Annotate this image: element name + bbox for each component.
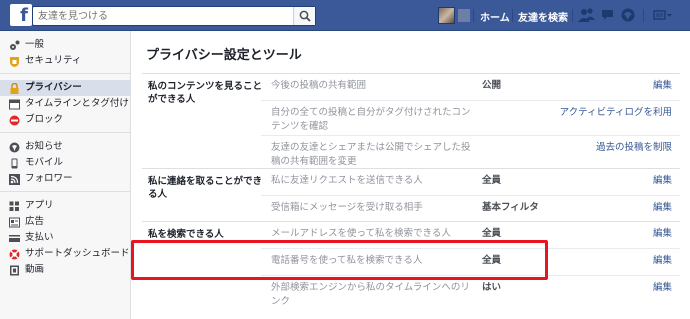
section-label: 私のコンテンツを見ることができる人 <box>148 81 263 105</box>
setting-description: 自分の全ての投稿と自分がタグ付けされたコンテンツを確認 <box>271 107 471 132</box>
sidebar-item-label: プライバシー <box>25 82 82 93</box>
sidebar-item-label: 動画 <box>25 264 45 275</box>
setting-description: 今後の投稿の共有範囲 <box>271 80 367 91</box>
profile-name-redacted[interactable] <box>458 9 470 22</box>
sidebar-item-blocking[interactable]: ブロック <box>0 112 130 128</box>
setting-value: 全員 <box>482 175 502 186</box>
setting-description: 私に友達リクエストを送信できる人 <box>271 175 423 186</box>
sidebar-item-apps[interactable]: アプリ <box>0 198 130 214</box>
video-icon <box>10 265 19 276</box>
search-input[interactable] <box>33 7 283 25</box>
profile-avatar[interactable] <box>438 7 455 24</box>
activity-log-link[interactable]: アクティビティログを利用 <box>560 106 672 120</box>
edit-link[interactable]: 編集 <box>653 79 672 93</box>
sidebar-item-mobile[interactable]: モバイル <box>0 155 130 171</box>
privacy-settings-table: 私のコンテンツを見ることができる人 今後の投稿の共有範囲 公開 編集 自分の全て… <box>142 73 680 317</box>
globe-icon <box>9 142 20 153</box>
sidebar-item-support-dashboard[interactable]: サポートダッシュボード <box>0 246 130 262</box>
nav-divider <box>643 9 644 22</box>
setting-row-future-posts[interactable]: 今後の投稿の共有範囲 公開 編集 <box>261 74 680 100</box>
sidebar-group-account: 一般 セキュリティ <box>0 31 130 74</box>
payments-icon <box>9 235 20 242</box>
privacy-shortcuts-icon[interactable] <box>653 7 673 23</box>
search-icon <box>299 10 311 22</box>
edit-link[interactable]: 編集 <box>653 174 672 188</box>
sidebar-item-timeline-tagging[interactable]: タイムラインとタグ付け <box>0 96 130 112</box>
edit-link[interactable]: 編集 <box>653 254 672 268</box>
sidebar-item-label: セキュリティ <box>25 55 82 66</box>
highlight-annotation-box <box>131 240 548 280</box>
facebook-logo[interactable]: f <box>10 4 32 26</box>
section-who-can-see: 私のコンテンツを見ることができる人 今後の投稿の共有範囲 公開 編集 自分の全て… <box>142 74 680 169</box>
sidebar-item-label: 一般 <box>25 39 45 50</box>
page-title: プライバシー設定とツール <box>146 48 302 63</box>
setting-description: 外部検索エンジンから私のタイムラインへのリンク <box>271 282 470 307</box>
sidebar-item-security[interactable]: セキュリティ <box>0 53 130 69</box>
nav-divider <box>473 9 474 22</box>
setting-row-review-posts[interactable]: 自分の全ての投稿と自分がタグ付けされたコンテンツを確認 アクティビティログを利用 <box>261 100 680 135</box>
section-label: 私に連絡を取ることができる人 <box>148 176 263 200</box>
setting-description: 友達の友達とシェアまたは公開でシェアした投稿の共有範囲を変更 <box>271 142 471 167</box>
setting-row-limit-past-posts[interactable]: 友達の友達とシェアまたは公開でシェアした投稿の共有範囲を変更 過去の投稿を制限 <box>261 135 680 169</box>
sidebar-item-label: ブロック <box>25 114 64 125</box>
edit-link[interactable]: 編集 <box>653 281 672 295</box>
section-who-can-contact: 私に連絡を取ることができる人 私に友達リクエストを送信できる人 全員 編集 受信… <box>142 169 680 222</box>
sidebar-item-label: サポートダッシュボード <box>25 248 130 259</box>
rss-icon <box>9 174 20 185</box>
sidebar-item-notifications[interactable]: お知らせ <box>0 139 130 155</box>
search-bar[interactable] <box>32 6 316 26</box>
setting-value: 基本フィルタ <box>482 202 539 213</box>
apps-icon <box>9 201 19 211</box>
shield-icon <box>10 57 19 67</box>
setting-value: 全員 <box>482 228 502 239</box>
setting-row-friend-requests[interactable]: 私に友達リクエストを送信できる人 全員 編集 <box>261 169 680 195</box>
timeline-icon <box>9 99 20 110</box>
block-icon <box>9 115 20 126</box>
sidebar-item-label: アプリ <box>25 200 54 211</box>
limit-past-posts-link[interactable]: 過去の投稿を制限 <box>596 141 672 155</box>
search-button[interactable] <box>293 7 315 25</box>
nav-home-link[interactable]: ホーム <box>480 9 510 24</box>
sidebar-item-label: お知らせ <box>25 141 63 152</box>
sidebar-item-ads[interactable]: 広告 <box>0 214 130 230</box>
sidebar-item-label: フォロワー <box>25 173 73 184</box>
settings-sidebar: 一般 セキュリティ プライバシー タイムラインとタグ付け ブロック お知らせ モ… <box>0 31 131 319</box>
sidebar-item-followers[interactable]: フォロワー <box>0 171 130 187</box>
nav-divider <box>512 9 513 22</box>
sidebar-item-label: 支払い <box>25 232 54 243</box>
nav-find-friends-link[interactable]: 友達を検索 <box>518 9 568 24</box>
mobile-icon <box>11 158 18 169</box>
sidebar-group-notifications: お知らせ モバイル フォロワー <box>0 133 130 192</box>
setting-value: はい <box>482 282 502 293</box>
sidebar-item-payments[interactable]: 支払い <box>0 230 130 246</box>
edit-link[interactable]: 編集 <box>653 201 672 215</box>
friend-requests-icon[interactable] <box>578 7 596 23</box>
setting-row-message-filtering[interactable]: 受信箱にメッセージを受け取る相手 基本フィルタ 編集 <box>261 195 680 221</box>
messages-icon[interactable] <box>600 7 616 23</box>
setting-description: 受信箱にメッセージを受け取る相手 <box>271 202 423 213</box>
sidebar-group-other: アプリ 広告 支払い サポートダッシュボード 動画 <box>0 192 130 282</box>
sidebar-item-label: 広告 <box>25 216 45 227</box>
lock-icon <box>10 83 19 94</box>
gear-icon <box>10 40 20 50</box>
sidebar-item-label: タイムラインとタグ付け <box>25 98 129 109</box>
edit-link[interactable]: 編集 <box>653 227 672 241</box>
sidebar-item-general[interactable]: 一般 <box>0 37 130 53</box>
notifications-icon[interactable] <box>620 7 636 23</box>
support-icon <box>9 249 20 260</box>
sidebar-item-privacy[interactable]: プライバシー <box>0 80 130 96</box>
ads-icon <box>9 217 20 228</box>
top-navigation-bar: f ホーム 友達を検索 <box>0 0 690 31</box>
sidebar-item-label: モバイル <box>25 157 64 168</box>
nav-divider <box>572 9 573 22</box>
setting-row-search-engine-link[interactable]: 外部検索エンジンから私のタイムラインへのリンク はい 編集 <box>261 275 680 317</box>
setting-description: メールアドレスを使って私を検索できる人 <box>271 228 451 239</box>
sidebar-item-videos[interactable]: 動画 <box>0 262 130 278</box>
sidebar-group-privacy: プライバシー タイムラインとタグ付け ブロック <box>0 74 130 133</box>
setting-value: 公開 <box>482 80 502 91</box>
